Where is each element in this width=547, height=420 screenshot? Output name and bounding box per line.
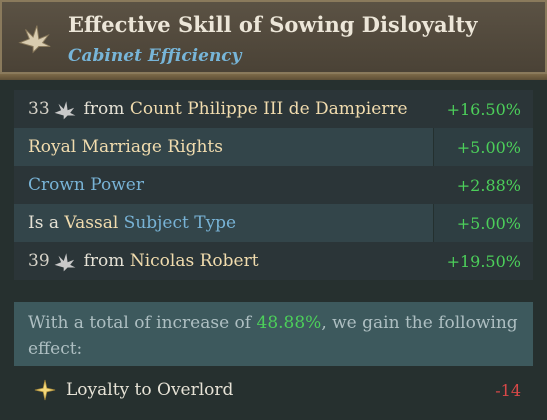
star-icon xyxy=(34,379,56,401)
row-prefix: Is a xyxy=(28,213,59,233)
modifier-value: +5.00% xyxy=(433,128,533,166)
character-name[interactable]: Count Philippe III de Dampierre xyxy=(130,99,408,119)
modifier-row: 39 from Nicolas Robert +19.50% xyxy=(14,242,533,280)
modifier-row: Is a Vassal Subject Type +5.00% xyxy=(14,204,533,242)
tooltip-subtitle: Cabinet Efficiency xyxy=(68,46,242,66)
tooltip-body: 33 from Count Philippe III de Dampierre … xyxy=(0,80,547,420)
tooltip-header: Effective Skill of Sowing Disloyalty Cab… xyxy=(0,0,547,74)
subject-type-name: Vassal xyxy=(64,213,119,233)
effect-value: -14 xyxy=(495,380,521,400)
tooltip-title: Effective Skill of Sowing Disloyalty xyxy=(68,12,478,37)
row-prefix: from xyxy=(83,251,125,271)
effect-row: Loyalty to Overlord -14 xyxy=(14,370,533,410)
dove-icon xyxy=(54,101,76,120)
modifier-value: +5.00% xyxy=(433,204,533,242)
modifier-link[interactable]: Crown Power xyxy=(28,175,144,195)
dove-icon xyxy=(54,253,76,272)
subject-type-link[interactable]: Subject Type xyxy=(124,213,236,233)
character-name[interactable]: Nicolas Robert xyxy=(130,251,259,271)
modifier-row: 33 from Count Philippe III de Dampierre … xyxy=(14,90,533,128)
skill-value: 33 xyxy=(28,99,50,119)
modifier-row: Royal Marriage Rights +5.00% xyxy=(14,128,533,166)
modifier-list: 33 from Count Philippe III de Dampierre … xyxy=(14,90,533,280)
modifier-value: +19.50% xyxy=(446,251,521,271)
summary-text: With a total of increase of xyxy=(28,313,252,333)
skill-value: 39 xyxy=(28,251,50,271)
summary-box: With a total of increase of 48.88%, we g… xyxy=(14,302,533,366)
total-percent: 48.88% xyxy=(256,313,322,333)
modifier-row: Crown Power +2.88% xyxy=(14,166,533,204)
modifier-name: Royal Marriage Rights xyxy=(28,137,223,157)
tooltip-window: Effective Skill of Sowing Disloyalty Cab… xyxy=(0,0,547,420)
modifier-value: +2.88% xyxy=(456,175,521,195)
modifier-value: +16.50% xyxy=(446,99,521,119)
dove-icon xyxy=(18,25,51,54)
row-prefix: from xyxy=(83,99,125,119)
effect-label: Loyalty to Overlord xyxy=(66,380,234,400)
